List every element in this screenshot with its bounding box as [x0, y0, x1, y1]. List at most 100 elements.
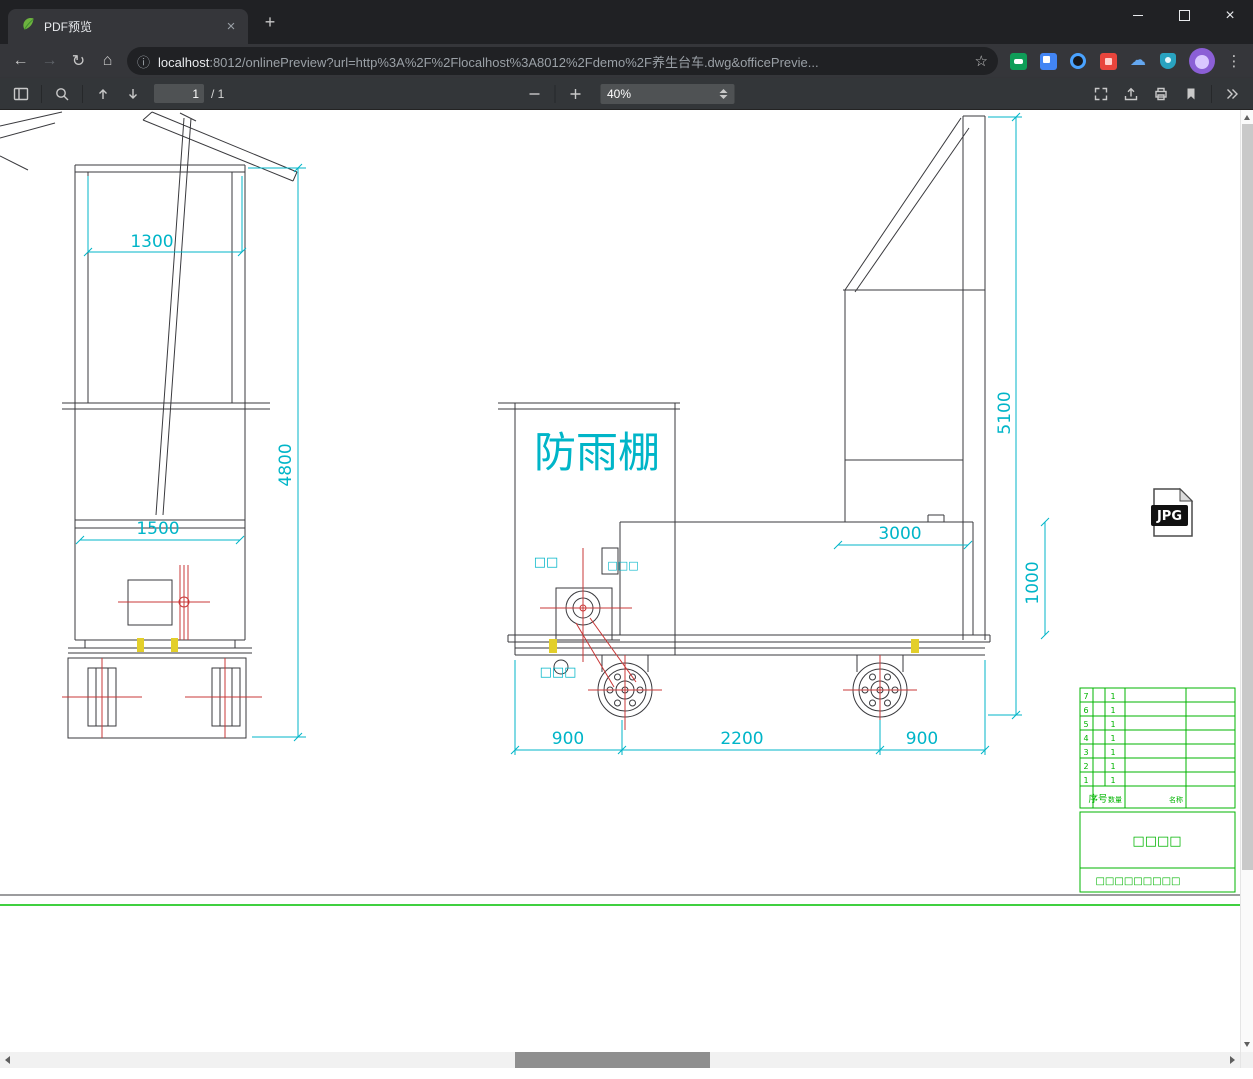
site-info-icon[interactable]: ⓘ — [137, 52, 150, 71]
reload-button[interactable]: ↻ — [64, 47, 93, 75]
extension-icon-green[interactable] — [1003, 47, 1033, 75]
extension-icon-cloud[interactable]: ☁ — [1123, 47, 1153, 75]
parts-row-qty: 1 — [1110, 720, 1115, 729]
back-button[interactable]: ← — [6, 47, 35, 75]
horizontal-scrollbar-thumb[interactable] — [515, 1052, 710, 1068]
page-total-label: / 1 — [211, 86, 225, 101]
close-icon: × — [1225, 6, 1235, 24]
home-button[interactable]: ⌂ — [93, 47, 122, 75]
zoom-in-button[interactable] — [560, 82, 590, 106]
sheet-border — [0, 894, 1240, 906]
parts-row-qty: 1 — [1110, 692, 1115, 701]
url-path: :8012/onlinePreview?url=http%3A%2F%2Floc… — [209, 54, 819, 70]
bookmark-star-icon[interactable]: ☆ — [975, 52, 988, 70]
parts-row-qty: 1 — [1110, 748, 1115, 757]
more-tools-button[interactable] — [1217, 82, 1247, 106]
title-block: 7 1 6 1 5 1 4 1 3 1 2 1 1 1 序号 数量 名称 □□□… — [1079, 687, 1236, 893]
toolbar-separator — [41, 84, 42, 103]
nav-bar: ← → ↻ ⌂ ⓘ localhost:8012/onlinePreview?u… — [0, 44, 1253, 78]
parts-row-qty: 1 — [1110, 776, 1115, 785]
drive-unit-outline — [555, 587, 613, 641]
extension-icon-orange[interactable] — [1093, 47, 1123, 75]
close-button[interactable]: × — [1207, 0, 1253, 31]
parts-row-qty: 1 — [1110, 762, 1115, 771]
dim-label-1300: 1300 — [130, 232, 173, 252]
favicon-leaf-icon — [20, 16, 36, 37]
address-bar[interactable]: ⓘ localhost:8012/onlinePreview?url=http%… — [127, 47, 998, 75]
horizontal-scrollbar-row — [0, 1052, 1253, 1068]
sidebar-icon — [13, 87, 29, 100]
url-host: localhost — [158, 54, 210, 70]
new-tab-button[interactable]: + — [260, 12, 280, 32]
minimize-button[interactable] — [1115, 0, 1161, 31]
pdf-toolbar-left: / 1 — [0, 82, 224, 106]
sidebar-toggle-button[interactable] — [6, 82, 36, 106]
tab-title: PDF预览 — [44, 20, 93, 34]
zoom-controls: 40% — [519, 82, 734, 106]
pdf-toolbar-right — [1086, 82, 1253, 106]
cad-side-view — [498, 115, 991, 730]
dim-label-1500: 1500 — [136, 519, 179, 539]
cad-drawing-canvas: 1300 4800 1500 防雨棚 5100 3000 1000 900 22… — [0, 111, 1240, 906]
fullscreen-icon — [1094, 87, 1108, 100]
scroll-right-arrow-icon[interactable] — [1230, 1056, 1235, 1064]
scroll-up-arrow-icon[interactable] — [1244, 115, 1250, 120]
parts-header-name: 名称 — [1169, 795, 1183, 804]
bookmark-button[interactable] — [1176, 82, 1206, 106]
search-icon — [56, 87, 69, 100]
extension-glyph — [1009, 52, 1027, 70]
browser-tab[interactable]: PDF预览 × — [8, 9, 248, 44]
vertical-scrollbar[interactable] — [1240, 110, 1253, 1052]
page-down-button[interactable] — [118, 82, 148, 106]
forward-button[interactable]: → — [35, 47, 64, 75]
window-controls: × — [1115, 0, 1253, 31]
browser-window: PDF预览 × + × ← → ↻ ⌂ ⓘ localhost:8012/onl… — [0, 0, 1253, 1079]
scrollbar-corner — [1240, 1052, 1253, 1068]
print-icon — [1155, 87, 1167, 100]
presentation-mode-button[interactable] — [1086, 82, 1116, 106]
cad-glyph-boxes: □□□ — [607, 559, 638, 572]
tab-close-icon[interactable]: × — [222, 18, 240, 36]
cad-glyph-boxes: □□□ — [540, 665, 577, 680]
shelter-label: 防雨棚 — [534, 428, 660, 477]
browser-menu-button[interactable]: ⋮ — [1221, 47, 1247, 75]
dim-label-2200: 2200 — [720, 729, 763, 749]
cad-glyph-boxes: □□ — [534, 555, 559, 570]
parts-row-no: 2 — [1083, 762, 1088, 771]
parts-row-qty: 1 — [1110, 734, 1115, 743]
parts-row-no: 3 — [1083, 748, 1088, 757]
open-file-icon — [1124, 87, 1138, 100]
extension-icon-ring[interactable] — [1063, 47, 1093, 75]
zoom-out-button[interactable] — [519, 82, 549, 106]
dim-label-1000: 1000 — [1023, 561, 1043, 604]
jpg-file-icon: JPG — [1151, 487, 1194, 537]
maximize-button[interactable] — [1161, 0, 1207, 31]
title-bar: PDF预览 × + × — [0, 0, 1253, 44]
profile-avatar[interactable] — [1189, 48, 1215, 74]
extension-icon-translate[interactable] — [1033, 47, 1063, 75]
toolbar-separator — [1211, 84, 1212, 103]
zoom-select[interactable]: 40% — [600, 83, 734, 104]
yellow-marker — [171, 638, 178, 652]
double-chevron-icon — [1227, 88, 1238, 99]
dim-label-900-left: 900 — [552, 729, 584, 749]
toolbar-separator — [82, 84, 83, 103]
drawing-footer-placeholder: □□□□□□□□□ — [1095, 876, 1180, 887]
horizontal-scrollbar[interactable] — [0, 1052, 1240, 1068]
yellow-marker — [911, 639, 919, 653]
scroll-left-arrow-icon[interactable] — [5, 1056, 10, 1064]
extension-icon-shield[interactable] — [1153, 47, 1183, 75]
vertical-scrollbar-thumb[interactable] — [1242, 124, 1253, 870]
scroll-down-arrow-icon[interactable] — [1244, 1042, 1250, 1047]
parts-header-no: 序号 — [1088, 793, 1107, 805]
find-button[interactable] — [47, 82, 77, 106]
pdf-page-view: 1300 4800 1500 防雨棚 5100 3000 1000 900 22… — [0, 110, 1253, 1052]
minimize-icon — [1133, 15, 1143, 16]
open-file-button[interactable] — [1116, 82, 1146, 106]
page-number-input[interactable] — [154, 84, 204, 103]
zoom-value: 40% — [607, 86, 632, 101]
print-button[interactable] — [1146, 82, 1176, 106]
page-up-button[interactable] — [88, 82, 118, 106]
extension-glyph — [1099, 52, 1117, 70]
extension-glyph — [1070, 53, 1086, 69]
